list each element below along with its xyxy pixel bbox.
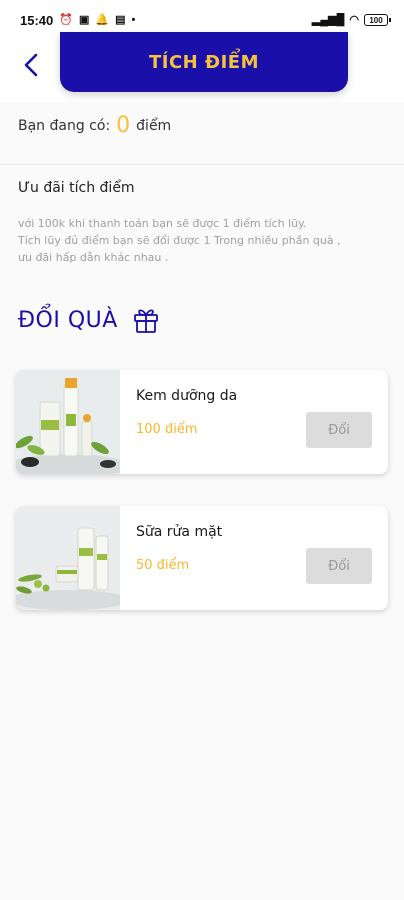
alarm-icon: ⏰ bbox=[59, 13, 73, 26]
back-button[interactable] bbox=[14, 48, 48, 82]
cream-product-illustration bbox=[16, 370, 128, 474]
battery-level: 100 bbox=[369, 15, 383, 25]
offer-line: Tích lũy đủ điểm bạn sẽ đổi được 1 Trong… bbox=[18, 234, 341, 247]
offer-line: ưu đãi hấp dẫn khác nhau . bbox=[18, 251, 169, 264]
gift-icon bbox=[133, 309, 158, 333]
points-summary: Bạn đang có: 0 điểm bbox=[18, 112, 171, 140]
signal-icon: ▂▄▆█ bbox=[311, 13, 345, 26]
status-time: 15:40 bbox=[20, 12, 54, 28]
redeem-button[interactable]: Đổi bbox=[306, 548, 372, 584]
divider bbox=[0, 164, 404, 165]
points-value: 0 bbox=[116, 113, 131, 138]
points-unit: điểm bbox=[136, 118, 172, 134]
offer-line: với 100k khi thanh toán bạn sẽ được 1 đi… bbox=[18, 217, 307, 230]
title-tab: TÍCH ĐIỂM bbox=[60, 32, 348, 92]
gift-card[interactable]: Sữa rửa mặt 50 điểm Đổi bbox=[16, 506, 388, 610]
offer-description: với 100k khi thanh toán bạn sẽ được 1 đi… bbox=[18, 215, 388, 266]
product-name: Kem dưỡng da bbox=[136, 388, 238, 404]
gift-section-header: ĐỔI QUÀ bbox=[18, 306, 160, 334]
status-right: ▂▄▆█ ◠ 100 bbox=[311, 13, 391, 26]
points-label: Bạn đang có: bbox=[18, 118, 111, 134]
product-image bbox=[16, 506, 128, 610]
product-image bbox=[16, 370, 128, 474]
product-name: Sữa rửa mặt bbox=[136, 524, 223, 540]
battery-icon: 100 bbox=[364, 14, 391, 26]
bell-icon: 🔔 bbox=[95, 13, 110, 26]
notification-icon: ▣ bbox=[78, 13, 90, 26]
wifi-icon: ◠ bbox=[349, 13, 359, 26]
page-title: TÍCH ĐIỂM bbox=[148, 51, 259, 73]
product-points: 100 điểm bbox=[136, 422, 198, 437]
dot-icon: • bbox=[131, 13, 136, 26]
gift-card[interactable]: Kem dưỡng da 100 điểm Đổi bbox=[16, 370, 388, 474]
app-icon: ▤ bbox=[115, 13, 126, 26]
chevron-left-icon bbox=[24, 53, 38, 77]
status-left: 15:40 ⏰ ▣ 🔔 ▤ • bbox=[20, 13, 135, 28]
redeem-button[interactable]: Đổi bbox=[306, 412, 372, 448]
cleanser-product-illustration bbox=[16, 506, 128, 610]
gift-section-title: ĐỔI QUÀ bbox=[18, 307, 118, 333]
product-points: 50 điểm bbox=[136, 558, 190, 573]
offer-title: Ưu đãi tích điểm bbox=[18, 180, 135, 196]
